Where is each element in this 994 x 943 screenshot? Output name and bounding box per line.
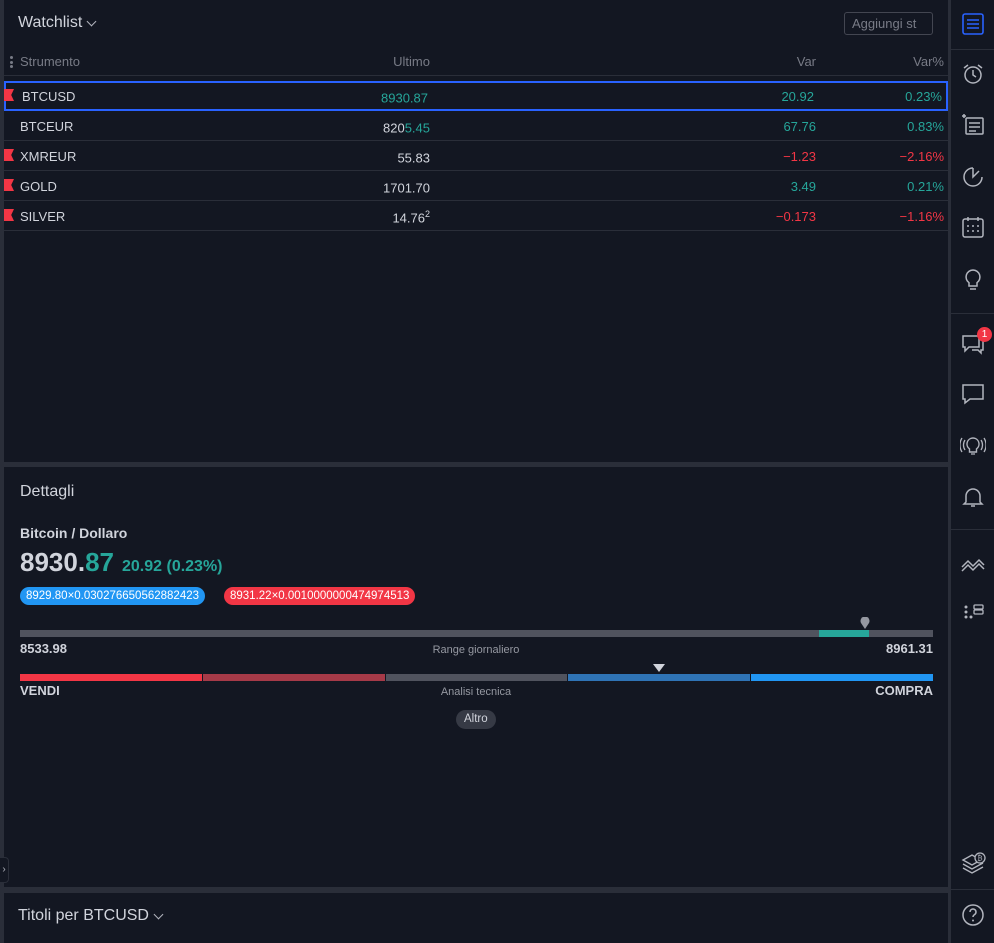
data-window-icon: [961, 558, 985, 572]
chat-badge: 1: [977, 327, 992, 342]
right-toolbar: 1 ₿: [950, 0, 994, 943]
row-last: 8205.45: [382, 120, 430, 136]
add-symbol-input[interactable]: [844, 12, 933, 35]
ideas-stream-button[interactable]: [951, 424, 994, 468]
row-last: 55.83: [397, 150, 430, 166]
collapse-panel-button[interactable]: ›: [0, 857, 9, 883]
watchlist-button[interactable]: [951, 2, 994, 46]
watchlist-row-gold[interactable]: GOLD 1701.70 3.49 0.21%: [4, 171, 948, 201]
row-change-pct: 0.23%: [905, 89, 942, 104]
row-change: −1.23: [783, 149, 816, 164]
chevron-down-icon: [86, 16, 97, 26]
svg-text:₿: ₿: [977, 855, 982, 863]
row-symbol: GOLD: [20, 179, 57, 194]
watchlist-menu-button[interactable]: Watchlist: [18, 14, 97, 32]
row-symbol: BTCUSD: [22, 89, 76, 104]
notifications-button[interactable]: [951, 475, 994, 519]
watchlist-row-btceur[interactable]: BTCEUR 8205.45 67.76 0.83%: [4, 111, 948, 141]
help-icon: [962, 904, 984, 926]
watchlist-row-btcusd[interactable]: BTCUSD 8930.87 20.92 0.23%: [4, 81, 948, 111]
more-button[interactable]: Altro: [456, 710, 496, 729]
crypto-button[interactable]: ₿: [951, 841, 994, 885]
data-window-button[interactable]: [951, 541, 994, 585]
instrument-name: Bitcoin / Dollaro: [20, 525, 128, 541]
alerts-button[interactable]: [951, 52, 994, 96]
news-icon: [962, 114, 984, 135]
column-header-symbol[interactable]: Strumento: [20, 54, 80, 69]
help-button[interactable]: [951, 893, 994, 937]
watchlist-icon: [962, 13, 984, 35]
flag-icon[interactable]: [4, 89, 14, 101]
ta-buy: [568, 674, 751, 681]
crypto-icon: ₿: [961, 852, 986, 874]
row-change: −0.173: [775, 209, 816, 224]
row-change-pct: 0.21%: [907, 179, 944, 194]
column-header-change-pct[interactable]: Var%: [913, 54, 944, 69]
private-chat-icon: [962, 384, 984, 405]
column-header-last[interactable]: Ultimo: [393, 54, 430, 69]
row-change-pct: −2.16%: [899, 149, 944, 164]
ideas-button[interactable]: [951, 258, 994, 302]
hotlists-button[interactable]: [951, 155, 994, 199]
watchlist-title: Watchlist: [18, 14, 83, 31]
flag-icon[interactable]: [4, 179, 14, 191]
ideas-stream-icon: [960, 437, 986, 455]
related-symbols-menu-button[interactable]: Titoli per BTCUSD: [18, 907, 164, 925]
row-symbol: SILVER: [20, 209, 66, 224]
technical-analysis-gauge: [20, 674, 933, 681]
calendar-icon: [962, 217, 984, 238]
hotlist-icon: [963, 167, 983, 187]
bid-badge: 8929.80×0.030276650562882423: [20, 587, 205, 605]
range-high: 8961.31: [886, 641, 933, 656]
private-chats-button[interactable]: [951, 372, 994, 416]
chats-button[interactable]: 1: [951, 321, 994, 365]
chevron-down-icon: [153, 909, 164, 919]
ta-strong-buy: [751, 674, 933, 681]
alarm-clock-icon: [963, 64, 983, 84]
range-label: Range giornaliero: [432, 644, 520, 656]
ta-label: Analisi tecnica: [440, 686, 512, 698]
row-symbol: XMREUR: [20, 149, 77, 164]
row-change-pct: 0.83%: [907, 119, 944, 134]
price-line: 8930.87 20.92 (0.23%): [20, 547, 223, 578]
watchlist-row-xmreur[interactable]: XMREUR 55.83 −1.23 −2.16%: [4, 141, 948, 171]
flag-icon[interactable]: [4, 209, 14, 221]
flag-icon[interactable]: [4, 149, 14, 161]
daily-range-fill: [819, 630, 869, 637]
ta-sell: [202, 674, 385, 681]
related-symbols-title: Titoli per BTCUSD: [18, 907, 149, 924]
ta-marker-icon: [653, 664, 665, 672]
row-last: 8930.87: [381, 90, 428, 106]
watchlist-row-silver[interactable]: SILVER 14.762 −0.173 −1.16%: [4, 201, 948, 231]
header-divider: [4, 75, 948, 76]
row-symbol: BTCEUR: [20, 119, 74, 134]
watchlist-panel: Watchlist Strumento Ultimo Var Var% BTCU…: [4, 0, 948, 462]
ideas-icon: [965, 269, 981, 290]
order-panel-button[interactable]: [951, 590, 994, 634]
details-panel: Dettagli Bitcoin / Dollaro 8930.87 20.92…: [4, 467, 948, 887]
row-change-pct: −1.16%: [899, 209, 944, 224]
order-panel-icon: [964, 604, 984, 619]
row-change: 3.49: [790, 179, 816, 194]
details-title: Dettagli: [20, 483, 75, 500]
calendar-button[interactable]: [951, 205, 994, 249]
price-change: 20.92 (0.23%): [122, 558, 223, 575]
range-marker-icon: [860, 617, 870, 629]
row-last: 14.762: [392, 209, 430, 226]
related-symbols-panel: Titoli per BTCUSD: [4, 893, 948, 943]
row-change: 20.92: [781, 89, 814, 104]
notifications-icon: [962, 488, 984, 507]
ta-buy-label: COMPRA: [875, 683, 933, 698]
last-price: 8930.87: [20, 547, 114, 577]
row-last: 1701.70: [383, 180, 430, 196]
ask-badge: 8931.22×0.0010000000474974513: [224, 587, 416, 605]
ta-neutral: [385, 674, 568, 681]
daily-range-bar: [20, 630, 933, 637]
columns-menu-icon[interactable]: [10, 56, 13, 68]
column-header-change[interactable]: Var: [797, 54, 816, 69]
row-change: 67.76: [783, 119, 816, 134]
news-button[interactable]: [951, 103, 994, 147]
ta-strong-sell: [20, 674, 202, 681]
